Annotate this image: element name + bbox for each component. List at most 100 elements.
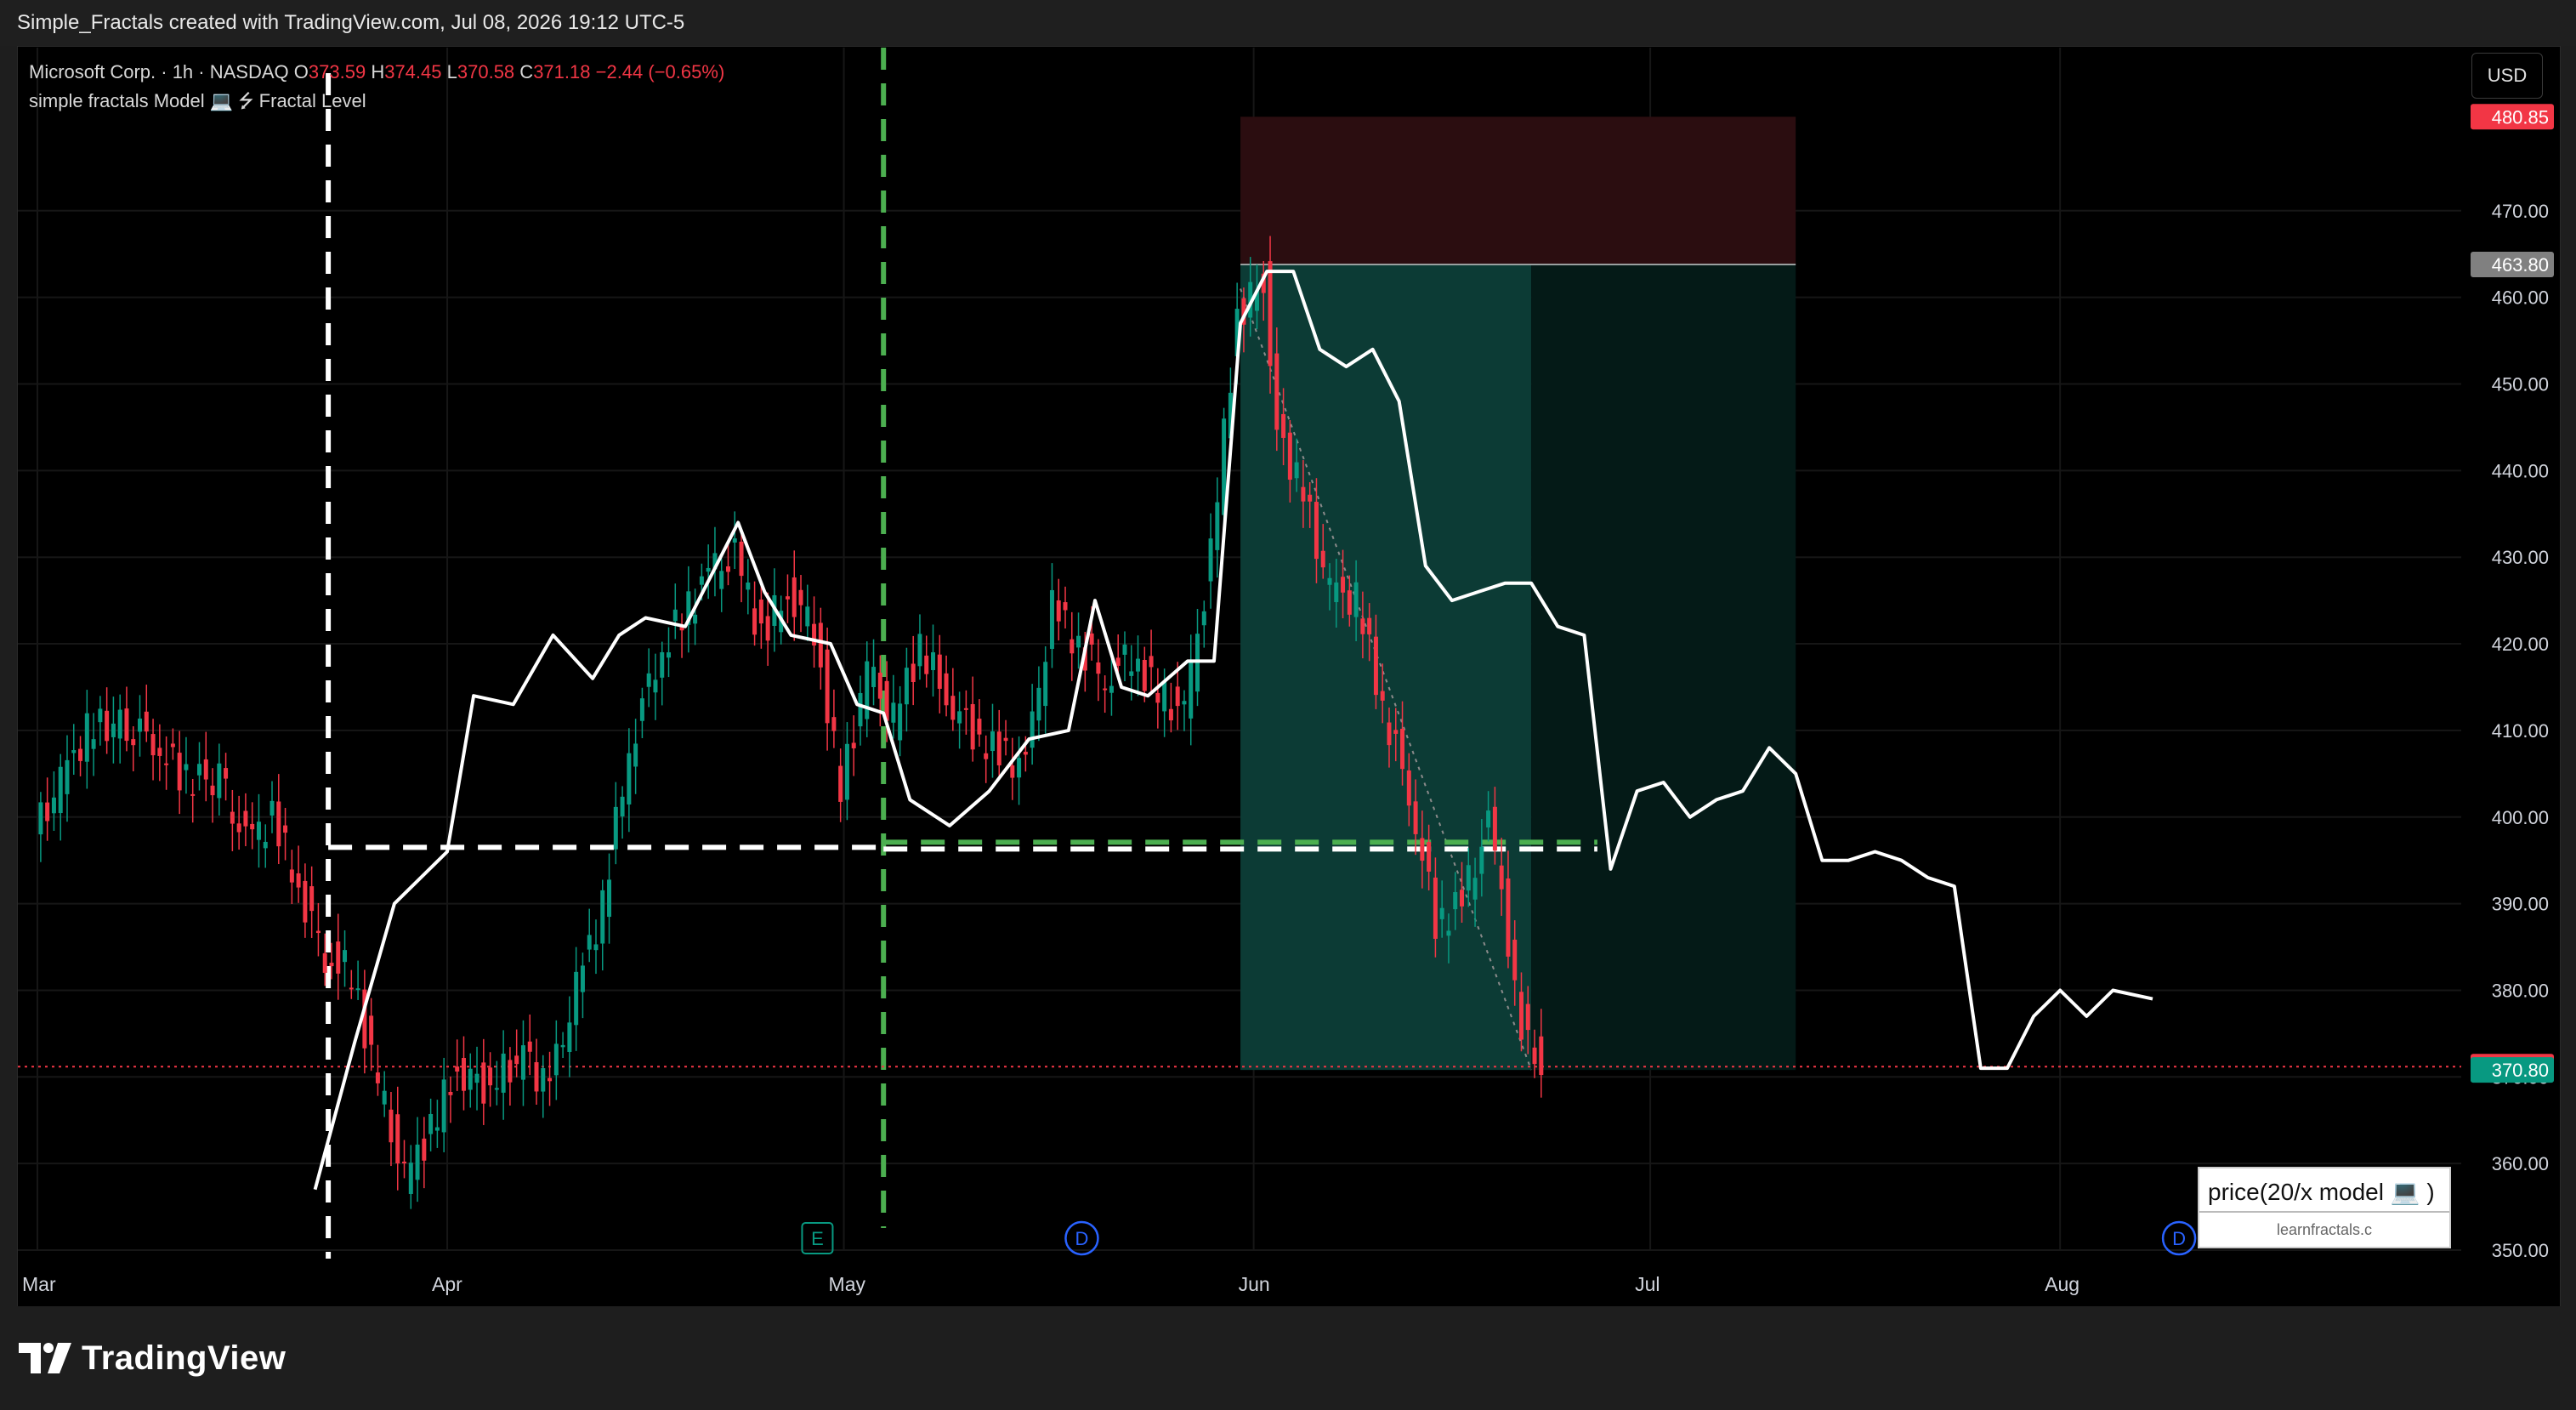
candle-body xyxy=(1420,838,1425,861)
model-box-subtitle: learnfractals.c xyxy=(2276,1221,2373,1238)
candle-body xyxy=(758,600,763,624)
candle-body xyxy=(996,731,1001,765)
indicator-label[interactable]: simple fractals Model 💻 ⭍ Fractal Level xyxy=(29,90,366,111)
candle-body xyxy=(891,702,896,723)
candle-body xyxy=(1115,657,1121,666)
candle-body xyxy=(98,708,103,723)
target-zone-filled xyxy=(1240,264,1532,1071)
candle-body xyxy=(1129,671,1134,676)
candle-body xyxy=(1142,660,1147,691)
candle-body xyxy=(1413,801,1418,834)
y-tick-label: 420.00 xyxy=(2492,634,2549,655)
tradingview-logo[interactable]: TradingView xyxy=(19,1338,286,1379)
high-value: 374.45 xyxy=(384,61,442,82)
candle-body xyxy=(1314,502,1319,560)
stop-loss-zone xyxy=(1240,117,1796,264)
candle-body xyxy=(944,673,949,706)
candle-body xyxy=(725,566,730,572)
price-label-text: 463.80 xyxy=(2492,254,2549,276)
indicator-row[interactable]: simple fractals Model 💻 ⭍ Fractal Level xyxy=(29,87,724,116)
candle-body xyxy=(170,743,175,748)
y-tick-label: 470.00 xyxy=(2492,201,2549,222)
candle-body xyxy=(1175,686,1180,707)
dividend-marker-label: D xyxy=(2172,1228,2186,1249)
candle-body xyxy=(904,668,909,705)
x-tick-label: Apr xyxy=(432,1273,462,1295)
candle-body xyxy=(1380,691,1385,701)
candle-body xyxy=(481,1062,486,1104)
candle-body xyxy=(508,1060,513,1083)
candle-body xyxy=(1518,992,1523,1040)
open-label: O xyxy=(293,61,309,82)
candle-body xyxy=(1070,639,1075,654)
candle-body xyxy=(474,1073,479,1083)
candle-body xyxy=(1043,662,1048,707)
tradingview-logo-text: TradingView xyxy=(82,1339,287,1377)
candle-body xyxy=(276,801,281,847)
candle-body xyxy=(296,873,301,888)
candle-body xyxy=(1347,590,1352,615)
candle-body xyxy=(792,577,797,617)
candle-body xyxy=(898,703,903,741)
candle-body xyxy=(111,723,116,737)
candle-body xyxy=(600,890,605,944)
dividend-marker-label: D xyxy=(1075,1228,1089,1249)
candle-body xyxy=(1281,413,1286,438)
candle-body xyxy=(520,1045,525,1080)
close-label: C xyxy=(519,61,534,82)
candle-body xyxy=(699,576,704,585)
open-value: 373.59 xyxy=(308,61,366,82)
low-value: 370.58 xyxy=(457,61,515,82)
candle-body xyxy=(494,1088,499,1090)
candle-body xyxy=(1063,602,1068,611)
currency-button[interactable]: USD xyxy=(2471,53,2543,99)
candle-body xyxy=(580,965,585,992)
candle-body xyxy=(78,748,83,761)
candle-body xyxy=(1189,661,1194,719)
candle-body xyxy=(1274,353,1279,430)
x-tick-label: Jun xyxy=(1239,1273,1270,1295)
candle-body xyxy=(243,810,248,827)
candle-body xyxy=(349,987,354,990)
y-tick-label: 460.00 xyxy=(2492,287,2549,309)
price-axis xyxy=(2461,48,2559,1306)
symbol-label: Microsoft Corp. · 1h · NASDAQ xyxy=(29,61,289,82)
candle-body xyxy=(957,711,962,724)
candle-body xyxy=(798,589,803,606)
candle-body xyxy=(838,765,843,802)
candle-body xyxy=(283,825,288,833)
candle-body xyxy=(138,718,143,732)
candle-body xyxy=(84,713,89,762)
candle-body xyxy=(1003,737,1008,742)
candle-body xyxy=(1030,711,1035,748)
candle-body xyxy=(607,879,612,918)
y-tick-label: 440.00 xyxy=(2492,460,2549,481)
candle-body xyxy=(937,654,942,689)
candle-body xyxy=(924,655,929,674)
candle-body xyxy=(38,802,43,835)
candle-body xyxy=(1406,770,1411,806)
candle-body xyxy=(818,623,823,668)
price-label-text: 370.80 xyxy=(2492,1060,2549,1081)
candle-body xyxy=(250,823,255,830)
candle-body xyxy=(541,1068,546,1092)
candle-body xyxy=(177,753,182,791)
candle-body xyxy=(739,541,744,577)
x-tick-label: Mar xyxy=(22,1273,56,1295)
candle-body xyxy=(184,764,189,770)
candle-body xyxy=(1387,722,1392,746)
candle-body xyxy=(1215,502,1220,550)
candle-body xyxy=(950,696,956,720)
price-chart[interactable]: EDD350.00360.00370.00380.00390.00400.004… xyxy=(0,0,2576,1306)
candle-body xyxy=(548,1077,553,1082)
candle-body xyxy=(1327,577,1332,585)
model-info-box: price(20/x model 💻 ) learnfractals.c xyxy=(2198,1167,2451,1248)
candle-body xyxy=(164,763,169,765)
candle-body xyxy=(71,750,77,753)
candle-body xyxy=(660,651,665,678)
candle-body xyxy=(963,708,968,710)
candle-body xyxy=(653,679,658,693)
price-label-text: 480.85 xyxy=(2492,106,2549,128)
x-tick-label: Aug xyxy=(2045,1273,2080,1295)
candle-body xyxy=(355,988,360,991)
